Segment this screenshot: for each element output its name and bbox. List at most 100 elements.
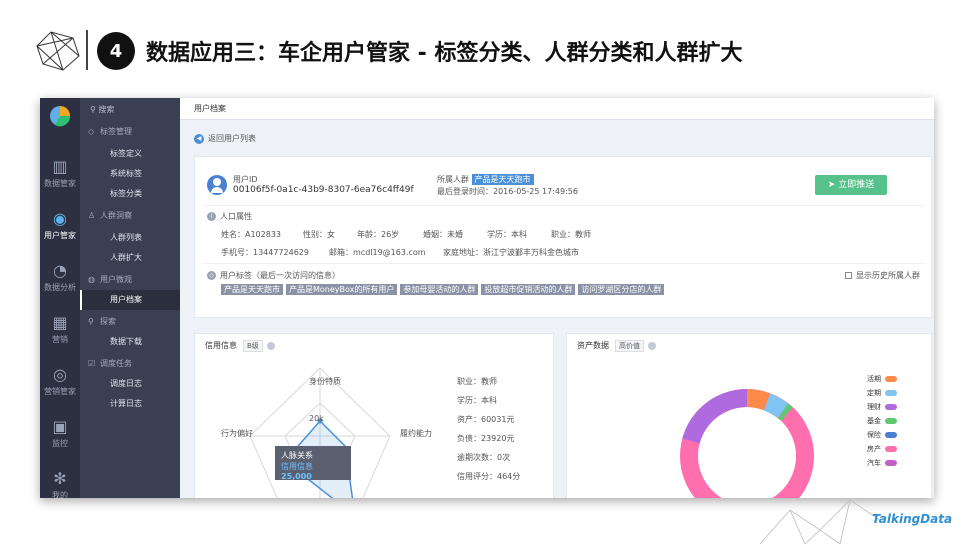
sub-nav-search[interactable]: ⚲ 搜索 bbox=[86, 102, 174, 118]
marriage-field: 婚姻：未婚 bbox=[423, 230, 463, 239]
tag-icon: ◇ bbox=[207, 271, 216, 280]
user-tags-title: ◇ 用户标签（最后一次访问的信息） bbox=[207, 270, 340, 281]
credit-info: 学历：本科 bbox=[457, 396, 497, 405]
user-icon: ♙ bbox=[88, 211, 96, 220]
value-badge: 高价值 bbox=[615, 340, 644, 352]
slide-title: 数据应用三：车企用户管家 - 标签分类、人群分类和人群扩大 bbox=[146, 41, 743, 66]
back-link[interactable]: ◀ 返回用户列表 bbox=[194, 133, 256, 144]
slide-header: 4 数据应用三：车企用户管家 - 标签分类、人群分类和人群扩大 bbox=[0, 0, 970, 90]
user-id-value: 00106f5f-0a1c-43b9-8307-6ea76c4ff49f bbox=[233, 185, 414, 195]
sub-item-user-profile[interactable]: 用户档案 bbox=[80, 290, 180, 310]
divider bbox=[86, 30, 88, 70]
brand-logo: TalkingData bbox=[872, 512, 953, 526]
credit-info: 逾期次数：0次 bbox=[457, 453, 511, 462]
push-now-button[interactable]: ➤ 立即推送 bbox=[815, 175, 887, 195]
sub-item-schedule-log[interactable]: 调度日志 bbox=[80, 374, 180, 394]
bank-icon: ▦ bbox=[52, 313, 68, 332]
user-target-icon: ◉ bbox=[53, 209, 67, 228]
globe-icon: ◍ bbox=[88, 275, 95, 284]
info-icon: i bbox=[207, 212, 216, 221]
gender-field: 性别：女 bbox=[303, 230, 335, 239]
nav-item-monitor[interactable]: ▣ 监控 bbox=[40, 410, 80, 462]
sub-item-compute-log[interactable]: 计算日志 bbox=[80, 394, 180, 414]
legend-item: 汽车 bbox=[867, 458, 897, 468]
send-icon: ➤ bbox=[827, 180, 839, 190]
sub-item-system-tags[interactable]: 系统标签 bbox=[80, 164, 180, 184]
group-scheduled-tasks[interactable]: ☑ 调度任务 bbox=[80, 354, 180, 374]
group-explore[interactable]: ⚲ 探索 bbox=[80, 312, 180, 332]
app-logo-icon bbox=[40, 98, 80, 132]
credit-info: 信用评分：464分 bbox=[457, 472, 521, 481]
user-id-label: 用户ID bbox=[233, 175, 258, 184]
sub-item-crowd-list[interactable]: 人群列表 bbox=[80, 228, 180, 248]
legend-item: 保险 bbox=[867, 430, 897, 440]
checkbox-icon: ☑ bbox=[88, 359, 96, 368]
search-icon: ⚲ bbox=[88, 317, 94, 326]
sub-item-tag-classification[interactable]: 标签分类 bbox=[80, 184, 180, 204]
legend-swatch bbox=[885, 390, 897, 396]
legend-swatch bbox=[885, 404, 897, 410]
profile-card: 用户ID 00106f5f-0a1c-43b9-8307-6ea76c4ff49… bbox=[194, 156, 932, 318]
nav-item-analysis[interactable]: ◔ 数据分析 bbox=[40, 254, 80, 306]
avatar bbox=[207, 175, 227, 195]
radar-label-identity: 身份特质 bbox=[309, 377, 341, 386]
nav-item-marketing[interactable]: ▦ 营销 bbox=[40, 306, 80, 358]
credit-header: 信用信息 B级 bbox=[205, 340, 275, 352]
name-field: 姓名：A102833 bbox=[221, 230, 282, 239]
credit-info: 资产：60031元 bbox=[457, 415, 515, 424]
user-tag[interactable]: 产品是天天跑市 bbox=[221, 284, 283, 295]
group-crowd-insight[interactable]: ♙ 人群洞察 bbox=[80, 206, 180, 226]
radar-tick: 20k bbox=[309, 414, 324, 423]
legend-swatch bbox=[885, 446, 897, 452]
legend-item: 理财 bbox=[867, 402, 897, 412]
decor-polygon-icon bbox=[760, 499, 880, 544]
user-tags-list: 产品是天天跑市 产品是MoneyBox的所有用户 参加母婴活动的人群 投放超市促销活动… bbox=[221, 284, 667, 295]
user-tag[interactable]: 访问罗湖区分店的人群 bbox=[578, 284, 665, 295]
checkbox-icon bbox=[845, 272, 852, 279]
address-field: 家庭地址：浙江宁波鄞丰万科金色城市 bbox=[443, 248, 579, 257]
education-field: 学历：本科 bbox=[487, 230, 527, 239]
sub-item-crowd-expand[interactable]: 人群扩大 bbox=[80, 248, 180, 268]
divider bbox=[205, 263, 923, 264]
bar-chart-icon: ▥ bbox=[52, 157, 68, 176]
nav-item-mine[interactable]: ✻ 我的 bbox=[40, 462, 80, 499]
radar-label-capacity: 履约能力 bbox=[400, 429, 432, 438]
user-tag[interactable]: 产品是MoneyBox的所有用户 bbox=[286, 284, 398, 295]
user-tag[interactable]: 投放超市促销活动的人群 bbox=[481, 284, 576, 295]
user-tag[interactable]: 参加母婴活动的人群 bbox=[400, 284, 479, 295]
tag-icon: ◇ bbox=[88, 127, 95, 136]
sub-nav: ⚲ 搜索 ◇ 标签管理 标签定义 系统标签 标签分类 ♙ 人群洞察 人群列表 人群扩… bbox=[80, 98, 180, 498]
asset-header: 资产数据 高价值 bbox=[577, 340, 656, 352]
credit-info: 负债：23920元 bbox=[457, 434, 515, 443]
nav-item-marketing-steward[interactable]: ◎ 营销管家 bbox=[40, 358, 80, 410]
group-tag-management[interactable]: ◇ 标签管理 bbox=[80, 122, 180, 142]
credit-card: 信用信息 B级 身份特质 履约能力 行为偏好 20k 人脉关系 信用信息 25,00… bbox=[194, 333, 554, 498]
credit-info: 职业：教师 bbox=[457, 377, 497, 386]
group-user-micro[interactable]: ◍ 用户微观 bbox=[80, 270, 180, 290]
nav-item-data-steward[interactable]: ▥ 数据管家 bbox=[40, 150, 80, 202]
help-icon[interactable] bbox=[648, 341, 656, 350]
analysis-icon: ◔ bbox=[53, 261, 67, 280]
legend-item: 定期 bbox=[867, 388, 897, 398]
age-field: 年龄：26岁 bbox=[357, 230, 400, 239]
email-field: 邮箱：mcdl19@163.com bbox=[329, 248, 426, 257]
last-login: 最后登录时间：2016-05-25 17:49:56 bbox=[437, 187, 578, 196]
main-content: 用户档案 ◀ 返回用户列表 用户ID 00106f5f-0a1c-43b9-830… bbox=[180, 98, 934, 498]
target-icon: ◎ bbox=[53, 365, 67, 384]
radar-label-behavior: 行为偏好 bbox=[221, 429, 253, 438]
app-screenshot: ▥ 数据管家 ◉ 用户管家 ◔ 数据分析 ▦ 营销 ◎ 营销管家 ▣ 监控 ✻ 我的 ⚲ 搜索… bbox=[40, 98, 934, 498]
radar-tooltip: 人脉关系 信用信息 25,000 bbox=[275, 446, 351, 481]
sub-item-tag-definition[interactable]: 标签定义 bbox=[80, 144, 180, 164]
asset-card: 资产数据 高价值 活期 定期 理财 基金 保险 房产 汽车 bbox=[566, 333, 932, 498]
nav-item-user-steward[interactable]: ◉ 用户管家 bbox=[40, 202, 80, 254]
phone-field: 手机号：13447724629 bbox=[221, 248, 309, 257]
help-icon[interactable] bbox=[266, 341, 275, 350]
legend-item: 活期 bbox=[867, 374, 897, 384]
gear-icon: ✻ bbox=[53, 469, 67, 488]
legend-swatch bbox=[885, 432, 897, 438]
sub-item-data-download[interactable]: 数据下载 bbox=[80, 332, 180, 352]
breadcrumb: 用户档案 bbox=[180, 98, 934, 120]
crowd-tag[interactable]: 产品是天天跑市 bbox=[471, 174, 534, 185]
legend-swatch bbox=[885, 418, 897, 424]
show-history-checkbox[interactable]: 显示历史所属人群 bbox=[845, 270, 920, 281]
